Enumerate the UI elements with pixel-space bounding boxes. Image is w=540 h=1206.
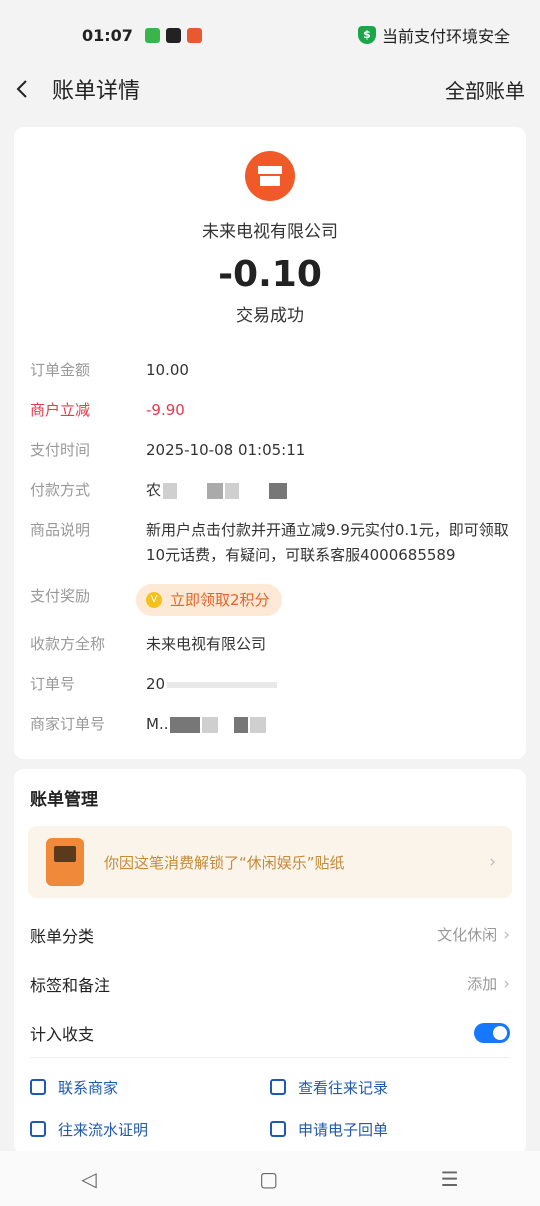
pay-time-value: 2025-10-08 01:05:11 [146, 441, 306, 459]
mail-icon [270, 1121, 286, 1137]
pay-time-row: 支付时间 2025-10-08 01:05:11 [14, 438, 526, 462]
order-amount-row: 订单金额 10.00 [14, 358, 526, 382]
bill-management-card: 账单管理 你因这笔消费解锁了“休闲娱乐”贴纸 › 账单分类 文化休闲 › 标签和备… [14, 769, 526, 1154]
merchant-name: 未来电视有限公司 [202, 222, 338, 242]
merchant-order-label: 商家订单号 [30, 715, 106, 733]
merchant-logo [245, 151, 295, 201]
order-amount-value: 10.00 [146, 361, 189, 379]
category-value: 文化休闲 › [437, 925, 510, 945]
order-no-value[interactable]: 20 [146, 672, 510, 696]
view-history-label: 查看往来记录 [298, 1078, 389, 1097]
redaction-mask [170, 716, 201, 733]
redaction-mask [269, 482, 288, 499]
redaction-mask [234, 716, 249, 733]
all-bills-link[interactable]: 全部账单 [445, 75, 525, 104]
include-in-budget-toggle[interactable] [474, 1022, 510, 1043]
redaction-mask [163, 482, 178, 499]
shield-icon: $ [357, 26, 376, 44]
redaction-mask [250, 716, 267, 733]
discount-label: 商户立减 [30, 401, 91, 419]
goods-desc-value: 新用户点击付款并开通立减9.9元实付0.1元，即可领取10元话费，有疑问，可联系… [146, 521, 509, 564]
sticker-text: 你因这笔消费解锁了“休闲娱乐”贴纸 [104, 853, 345, 872]
reward-row: 支付奖励 V 立即领取2积分 [14, 584, 526, 616]
nav-home-icon[interactable]: ▢ [259, 1167, 278, 1191]
discount-row: 商户立减 -9.90 [14, 398, 526, 422]
redaction-mask [202, 716, 219, 733]
pay-method-text: 农 [146, 481, 162, 499]
chevron-right-icon: › [489, 852, 496, 872]
claim-reward-button[interactable]: V 立即领取2积分 [136, 584, 282, 616]
back-arrow-icon[interactable] [14, 80, 32, 98]
nav-back-icon[interactable]: ◁ [81, 1167, 96, 1191]
store-icon [258, 166, 282, 186]
redaction-mask [207, 482, 224, 499]
tag-note-label: 标签和备注 [30, 975, 111, 995]
order-no-row: 订单号 20 [14, 672, 526, 696]
status-bar: 01:07 $ 当前支付环境安全 [0, 0, 540, 70]
include-in-budget-row: 计入收支 [14, 1008, 526, 1057]
reward-text: 立即领取2积分 [170, 591, 270, 609]
transaction-amount: -0.10 [218, 254, 322, 295]
document-icon [30, 1121, 46, 1137]
contact-merchant-label: 联系商家 [58, 1078, 119, 1097]
include-in-budget-label: 计入收支 [30, 1024, 95, 1044]
security-text: 当前支付环境安全 [381, 27, 510, 46]
payee-row: 收款方全称 未来电视有限公司 [14, 632, 526, 656]
header: 账单详情 全部账单 [0, 70, 540, 108]
search-record-icon [270, 1079, 286, 1095]
order-no-label: 订单号 [30, 675, 76, 693]
bill-detail-card: 未来电视有限公司 -0.10 交易成功 订单金额 10.00 商户立减 -9.9… [14, 127, 526, 759]
payee-value: 未来电视有限公司 [146, 635, 267, 653]
reward-label: 支付奖励 [30, 587, 91, 605]
goods-desc-label: 商品说明 [30, 521, 91, 539]
chevron-right-icon: › [503, 925, 510, 945]
order-no-text: 20 [146, 675, 166, 693]
merchant-order-value[interactable]: M.. [146, 712, 510, 736]
statement-proof-link[interactable]: 往来流水证明 [30, 1108, 270, 1150]
taobao-app-icon [186, 27, 202, 43]
pay-method-value: 农 [146, 478, 510, 502]
tag-note-row[interactable]: 标签和备注 添加 › [14, 959, 526, 1008]
order-amount-label: 订单金额 [30, 361, 91, 379]
redaction-mask [225, 482, 240, 499]
status-app-icons [144, 27, 202, 43]
merchant-order-row: 商家订单号 M.. [14, 712, 526, 736]
coin-icon: V [146, 592, 162, 608]
status-time: 01:07 [82, 25, 133, 45]
nav-menu-icon[interactable]: ☰ [441, 1167, 459, 1191]
management-title: 账单管理 [30, 790, 98, 810]
goods-desc-row: 商品说明 新用户点击付款并开通立减9.9元实付0.1元，即可领取10元话费，有疑… [14, 518, 526, 568]
action-links: 联系商家 查看往来记录 往来流水证明 申请电子回单 [14, 1058, 526, 1150]
chevron-right-icon: › [503, 974, 510, 994]
discount-value: -9.90 [146, 401, 185, 419]
system-nav-bar: ◁ ▢ ☰ [0, 1151, 540, 1206]
pay-method-row: 付款方式 农 [14, 478, 526, 502]
category-row[interactable]: 账单分类 文化休闲 › [14, 910, 526, 959]
payee-label: 收款方全称 [30, 635, 106, 653]
category-label: 账单分类 [30, 926, 95, 946]
redaction-mask [167, 681, 278, 688]
statement-proof-label: 往来流水证明 [58, 1120, 149, 1139]
game-console-sticker-icon [46, 838, 84, 886]
view-history-link[interactable]: 查看往来记录 [270, 1066, 510, 1108]
game-app-icon [165, 27, 181, 43]
e-receipt-link[interactable]: 申请电子回单 [270, 1108, 510, 1150]
page-title: 账单详情 [52, 79, 141, 104]
contact-merchant-link[interactable]: 联系商家 [30, 1066, 270, 1108]
tag-note-value: 添加 › [467, 974, 510, 994]
transaction-status: 交易成功 [236, 306, 304, 326]
pay-time-label: 支付时间 [30, 441, 91, 459]
merchant-order-text: M.. [146, 715, 169, 733]
security-indicator: $ 当前支付环境安全 [357, 23, 510, 47]
e-receipt-label: 申请电子回单 [298, 1120, 389, 1139]
pay-method-label: 付款方式 [30, 481, 91, 499]
phone-icon [30, 1079, 46, 1095]
sticker-banner[interactable]: 你因这笔消费解锁了“休闲娱乐”贴纸 › [28, 826, 512, 898]
message-app-icon [144, 27, 160, 43]
